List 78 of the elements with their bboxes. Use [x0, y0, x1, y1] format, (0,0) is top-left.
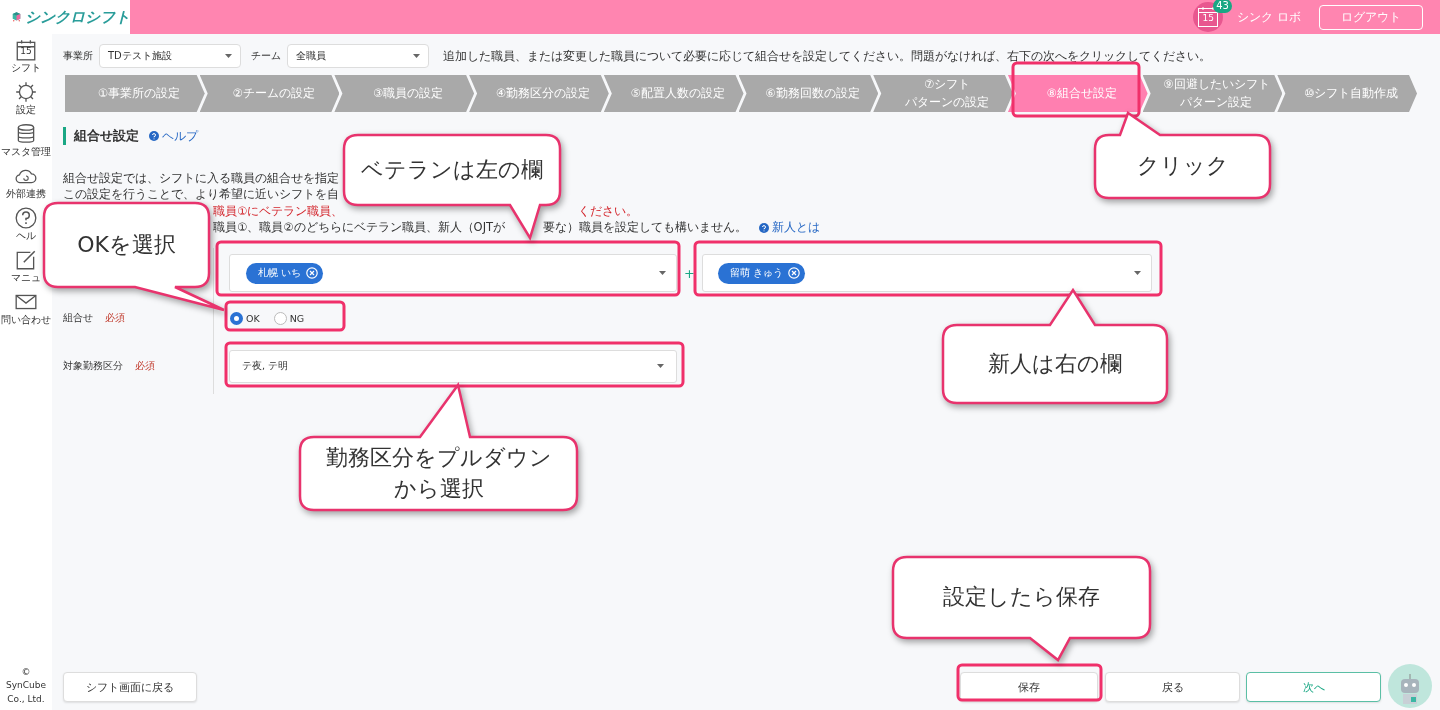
filter-select[interactable]: TDテスト施設 [99, 44, 241, 68]
save-button[interactable]: 保存 [960, 672, 1098, 702]
gear-icon [14, 80, 38, 104]
newcomer-link[interactable]: 新人とは [759, 220, 821, 236]
staff-chip[interactable]: 留萌 きゅう [717, 262, 805, 284]
close-icon[interactable] [787, 267, 800, 279]
sidebar-item[interactable]: 15 シフト [11, 38, 41, 80]
description-text: この設定を行うことで、より希望に近いシフトを自 [63, 187, 339, 203]
instruction-text: 追加した職員、または変更した職員について必要に応じて組合せを設定してください。問題がなければ、右下の次へをクリックしてください。 [443, 48, 1211, 64]
callout-text: OKを選択 [77, 230, 176, 259]
callout-text: 新人は右の欄 [988, 349, 1122, 378]
description-text: 職員①にベテラン職員、 [213, 203, 344, 219]
sidebar-label: シフト [11, 62, 41, 74]
caret-icon [413, 54, 420, 58]
required-tag: 必須 [135, 359, 155, 373]
staff-select[interactable]: 留萌 きゅう [701, 254, 1152, 292]
sidebar-label: 外部連携 [6, 188, 46, 200]
notification-badge: 43 [1213, 0, 1232, 13]
sidebar-label: マスタ管理 [1, 146, 51, 158]
robot-avatar [1388, 664, 1432, 708]
staff-chip[interactable]: 札幌 いち [246, 262, 324, 284]
description-text: 職員①、職員②のどちらにベテラン職員、新人（OJTが [213, 220, 506, 236]
filter-label: 事業所 [63, 49, 93, 63]
user-name: シンク ロボ [1237, 8, 1301, 26]
help-icon [759, 222, 770, 233]
app-name: シンクロシフト [25, 7, 130, 27]
caret-icon [1133, 271, 1141, 275]
callout-text: 設定したら保存 [943, 583, 1100, 612]
field-label: 対象勤務区分 [63, 359, 123, 373]
callout-text: ベテランは左の欄 [361, 155, 543, 184]
copyright-text: © SynCube Co., Ltd. [5, 665, 47, 706]
sidebar-item[interactable]: ヘル [14, 206, 38, 248]
shift-type-select[interactable]: テ夜, テ明 [229, 349, 677, 383]
caret-icon [225, 54, 232, 58]
radio-label: NG [289, 312, 305, 324]
sidebar-label: 問い合わせ [1, 314, 51, 326]
back-to-shift-button[interactable]: シフト画面に戻る [63, 672, 197, 702]
chip-label: 留萌 きゅう [729, 266, 783, 280]
required-tag: 必須 [105, 311, 125, 325]
chip-label: 札幌 いち [258, 266, 302, 280]
sidebar-label: 設定 [16, 104, 36, 116]
sidebar-item[interactable]: 外部連携 [6, 164, 46, 206]
sidebar-item[interactable]: マニュ [11, 248, 41, 290]
help-link[interactable]: ヘルプ [149, 128, 198, 144]
field-label: 組合せ [63, 311, 93, 325]
filter-select[interactable]: 全職員 [287, 44, 429, 68]
description-text: ください。 [578, 203, 639, 219]
select-value: TDテスト施設 [108, 49, 172, 63]
caret-icon [659, 271, 666, 275]
radio-label: OK [246, 312, 260, 324]
callout-text: クリック [1136, 152, 1229, 181]
calendar-icon [14, 38, 38, 62]
description-text: 組合せ設定では、シフトに入る職員の組合せを指定 [63, 170, 339, 186]
calendar-day: 15 [1193, 14, 1224, 23]
sidebar-item[interactable]: マスタ管理 [1, 122, 51, 164]
description-text: 要な）職員を設定しても構いません。 [543, 220, 748, 236]
step-tab[interactable]: ⑧組合せ設定 [1007, 75, 1148, 112]
plus-sign: + [684, 265, 695, 281]
back-button[interactable]: 戻る [1105, 672, 1240, 702]
select-value: 全職員 [296, 49, 326, 63]
sidebar-item[interactable]: 問い合わせ [1, 290, 51, 332]
note-icon [14, 248, 38, 272]
sidebar-label: マニュ [11, 272, 41, 284]
help-icon [149, 131, 159, 141]
staff-select[interactable]: 札幌 いち [229, 254, 677, 292]
callout-text: 勤務区分をプルダウン から選択 [325, 443, 552, 503]
next-button[interactable]: 次へ [1246, 672, 1381, 702]
section-title: 組合せ設定 [63, 127, 139, 145]
caret-icon [657, 364, 664, 368]
radio-button[interactable] [230, 311, 243, 325]
sidebar-item[interactable]: 設定 [14, 80, 38, 122]
close-icon[interactable] [306, 267, 319, 279]
radio-button[interactable] [273, 311, 287, 325]
select-value: テ夜, テ明 [242, 359, 289, 373]
filter-label: チーム [251, 49, 281, 63]
sidebar-label: ヘル [16, 230, 36, 242]
help-icon [14, 206, 38, 230]
calendar-day: 15 [11, 47, 41, 56]
